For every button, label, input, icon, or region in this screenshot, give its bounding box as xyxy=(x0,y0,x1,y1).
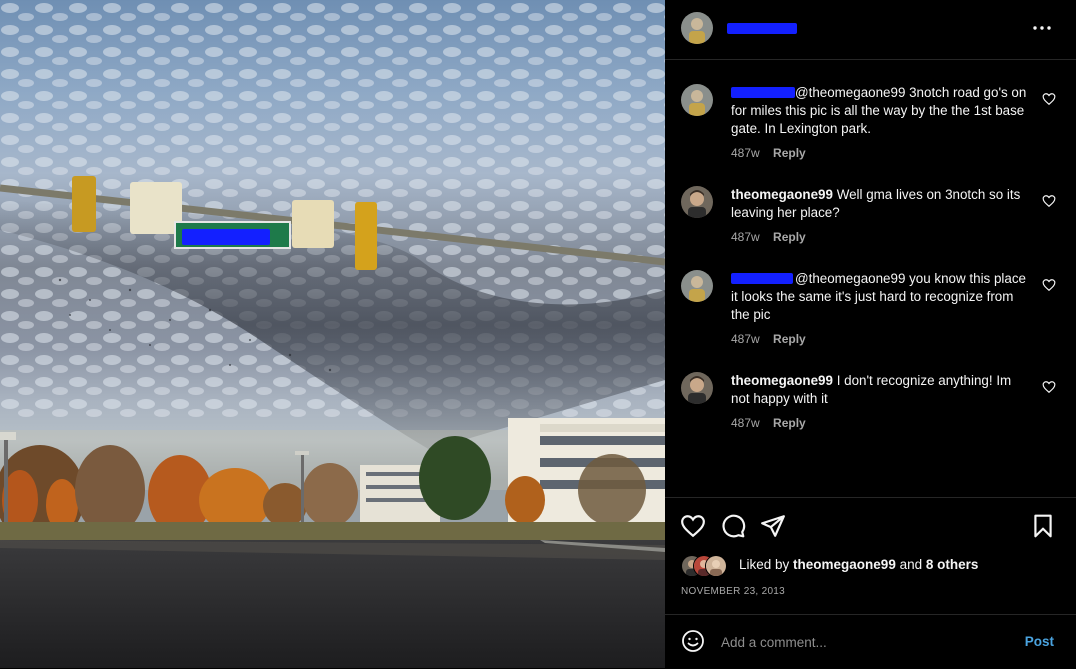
commenter-avatar[interactable] xyxy=(681,270,713,302)
comment-body: @theomegaone99 you know this place it lo… xyxy=(731,271,1026,322)
likes-middle: and xyxy=(895,557,926,572)
liker-avatar-image xyxy=(706,556,726,576)
commenter-avatar[interactable] xyxy=(681,84,713,116)
heart-icon[interactable] xyxy=(680,513,706,539)
comment-heart-icon[interactable] xyxy=(1042,92,1056,106)
comment-meta: 487w Reply xyxy=(731,416,816,430)
commenter-avatar-image xyxy=(681,270,713,302)
commenter-avatar[interactable] xyxy=(681,186,713,218)
comment-username[interactable]: theomegaone99 xyxy=(731,373,833,388)
street-sign-redaction xyxy=(182,229,270,245)
more-horizontal-icon[interactable] xyxy=(1032,20,1052,36)
author-avatar[interactable] xyxy=(681,12,713,44)
comment-list[interactable]: @theomegaone99 3notch road go's on for m… xyxy=(665,60,1076,496)
comment-time: 487w xyxy=(731,230,760,244)
comment-time: 487w xyxy=(731,416,760,430)
post-photo[interactable] xyxy=(0,0,665,668)
comment-meta: 487w Reply xyxy=(731,332,816,346)
comment-heart-icon[interactable] xyxy=(1042,380,1056,394)
commenter-avatar-image xyxy=(681,84,713,116)
commenter-avatar-image xyxy=(681,372,713,404)
bookmark-icon[interactable] xyxy=(1030,513,1056,539)
reply-button[interactable]: Reply xyxy=(773,416,806,430)
comment-text: theomegaone99 I don't recognize anything… xyxy=(731,372,1031,408)
commenter-avatar[interactable] xyxy=(681,372,713,404)
comment-text: @theomegaone99 you know this place it lo… xyxy=(731,270,1031,324)
comment-text: @theomegaone99 3notch road go's on for m… xyxy=(731,84,1031,138)
comment-body: @theomegaone99 3notch road go's on for m… xyxy=(731,85,1027,136)
comment-time: 487w xyxy=(731,146,760,160)
author-name-redaction[interactable] xyxy=(727,23,797,34)
post-actions: Liked by theomegaone99 and 8 others NOVE… xyxy=(665,497,1076,618)
comment-text: theomegaone99 Well gma lives on 3notch s… xyxy=(731,186,1031,222)
paper-plane-icon[interactable] xyxy=(760,513,786,539)
comment-input[interactable] xyxy=(721,632,1001,652)
comment-meta: 487w Reply xyxy=(731,146,816,160)
likes-others-link[interactable]: 8 others xyxy=(926,557,979,572)
comment-time: 487w xyxy=(731,332,760,346)
comment-username[interactable]: theomegaone99 xyxy=(731,187,833,202)
author-avatar-image xyxy=(681,12,713,44)
commenter-avatar-image xyxy=(681,186,713,218)
liker-avatar xyxy=(705,555,727,577)
comment-heart-icon[interactable] xyxy=(1042,278,1056,292)
photo-scene xyxy=(0,0,665,668)
likes-user-link[interactable]: theomegaone99 xyxy=(793,557,896,572)
post-sidebar: @theomegaone99 3notch road go's on for m… xyxy=(665,0,1076,668)
likes-text: Liked by theomegaone99 and 8 others xyxy=(739,557,978,572)
likes-prefix: Liked by xyxy=(739,557,794,572)
post-modal: @theomegaone99 3notch road go's on for m… xyxy=(0,0,1076,668)
post-date[interactable]: NOVEMBER 23, 2013 xyxy=(681,586,785,597)
reply-button[interactable]: Reply xyxy=(773,146,806,160)
reply-button[interactable]: Reply xyxy=(773,332,806,346)
post-header xyxy=(665,0,1076,60)
comment-composer: Post xyxy=(665,614,1076,669)
comment-bubble-icon[interactable] xyxy=(720,513,746,539)
reply-button[interactable]: Reply xyxy=(773,230,806,244)
comment-meta: 487w Reply xyxy=(731,230,816,244)
post-comment-button[interactable]: Post xyxy=(1025,634,1054,649)
comment-heart-icon[interactable] xyxy=(1042,194,1056,208)
likes-summary[interactable]: Liked by theomegaone99 and 8 others xyxy=(681,555,1061,577)
emoji-smile-icon[interactable] xyxy=(681,629,705,653)
